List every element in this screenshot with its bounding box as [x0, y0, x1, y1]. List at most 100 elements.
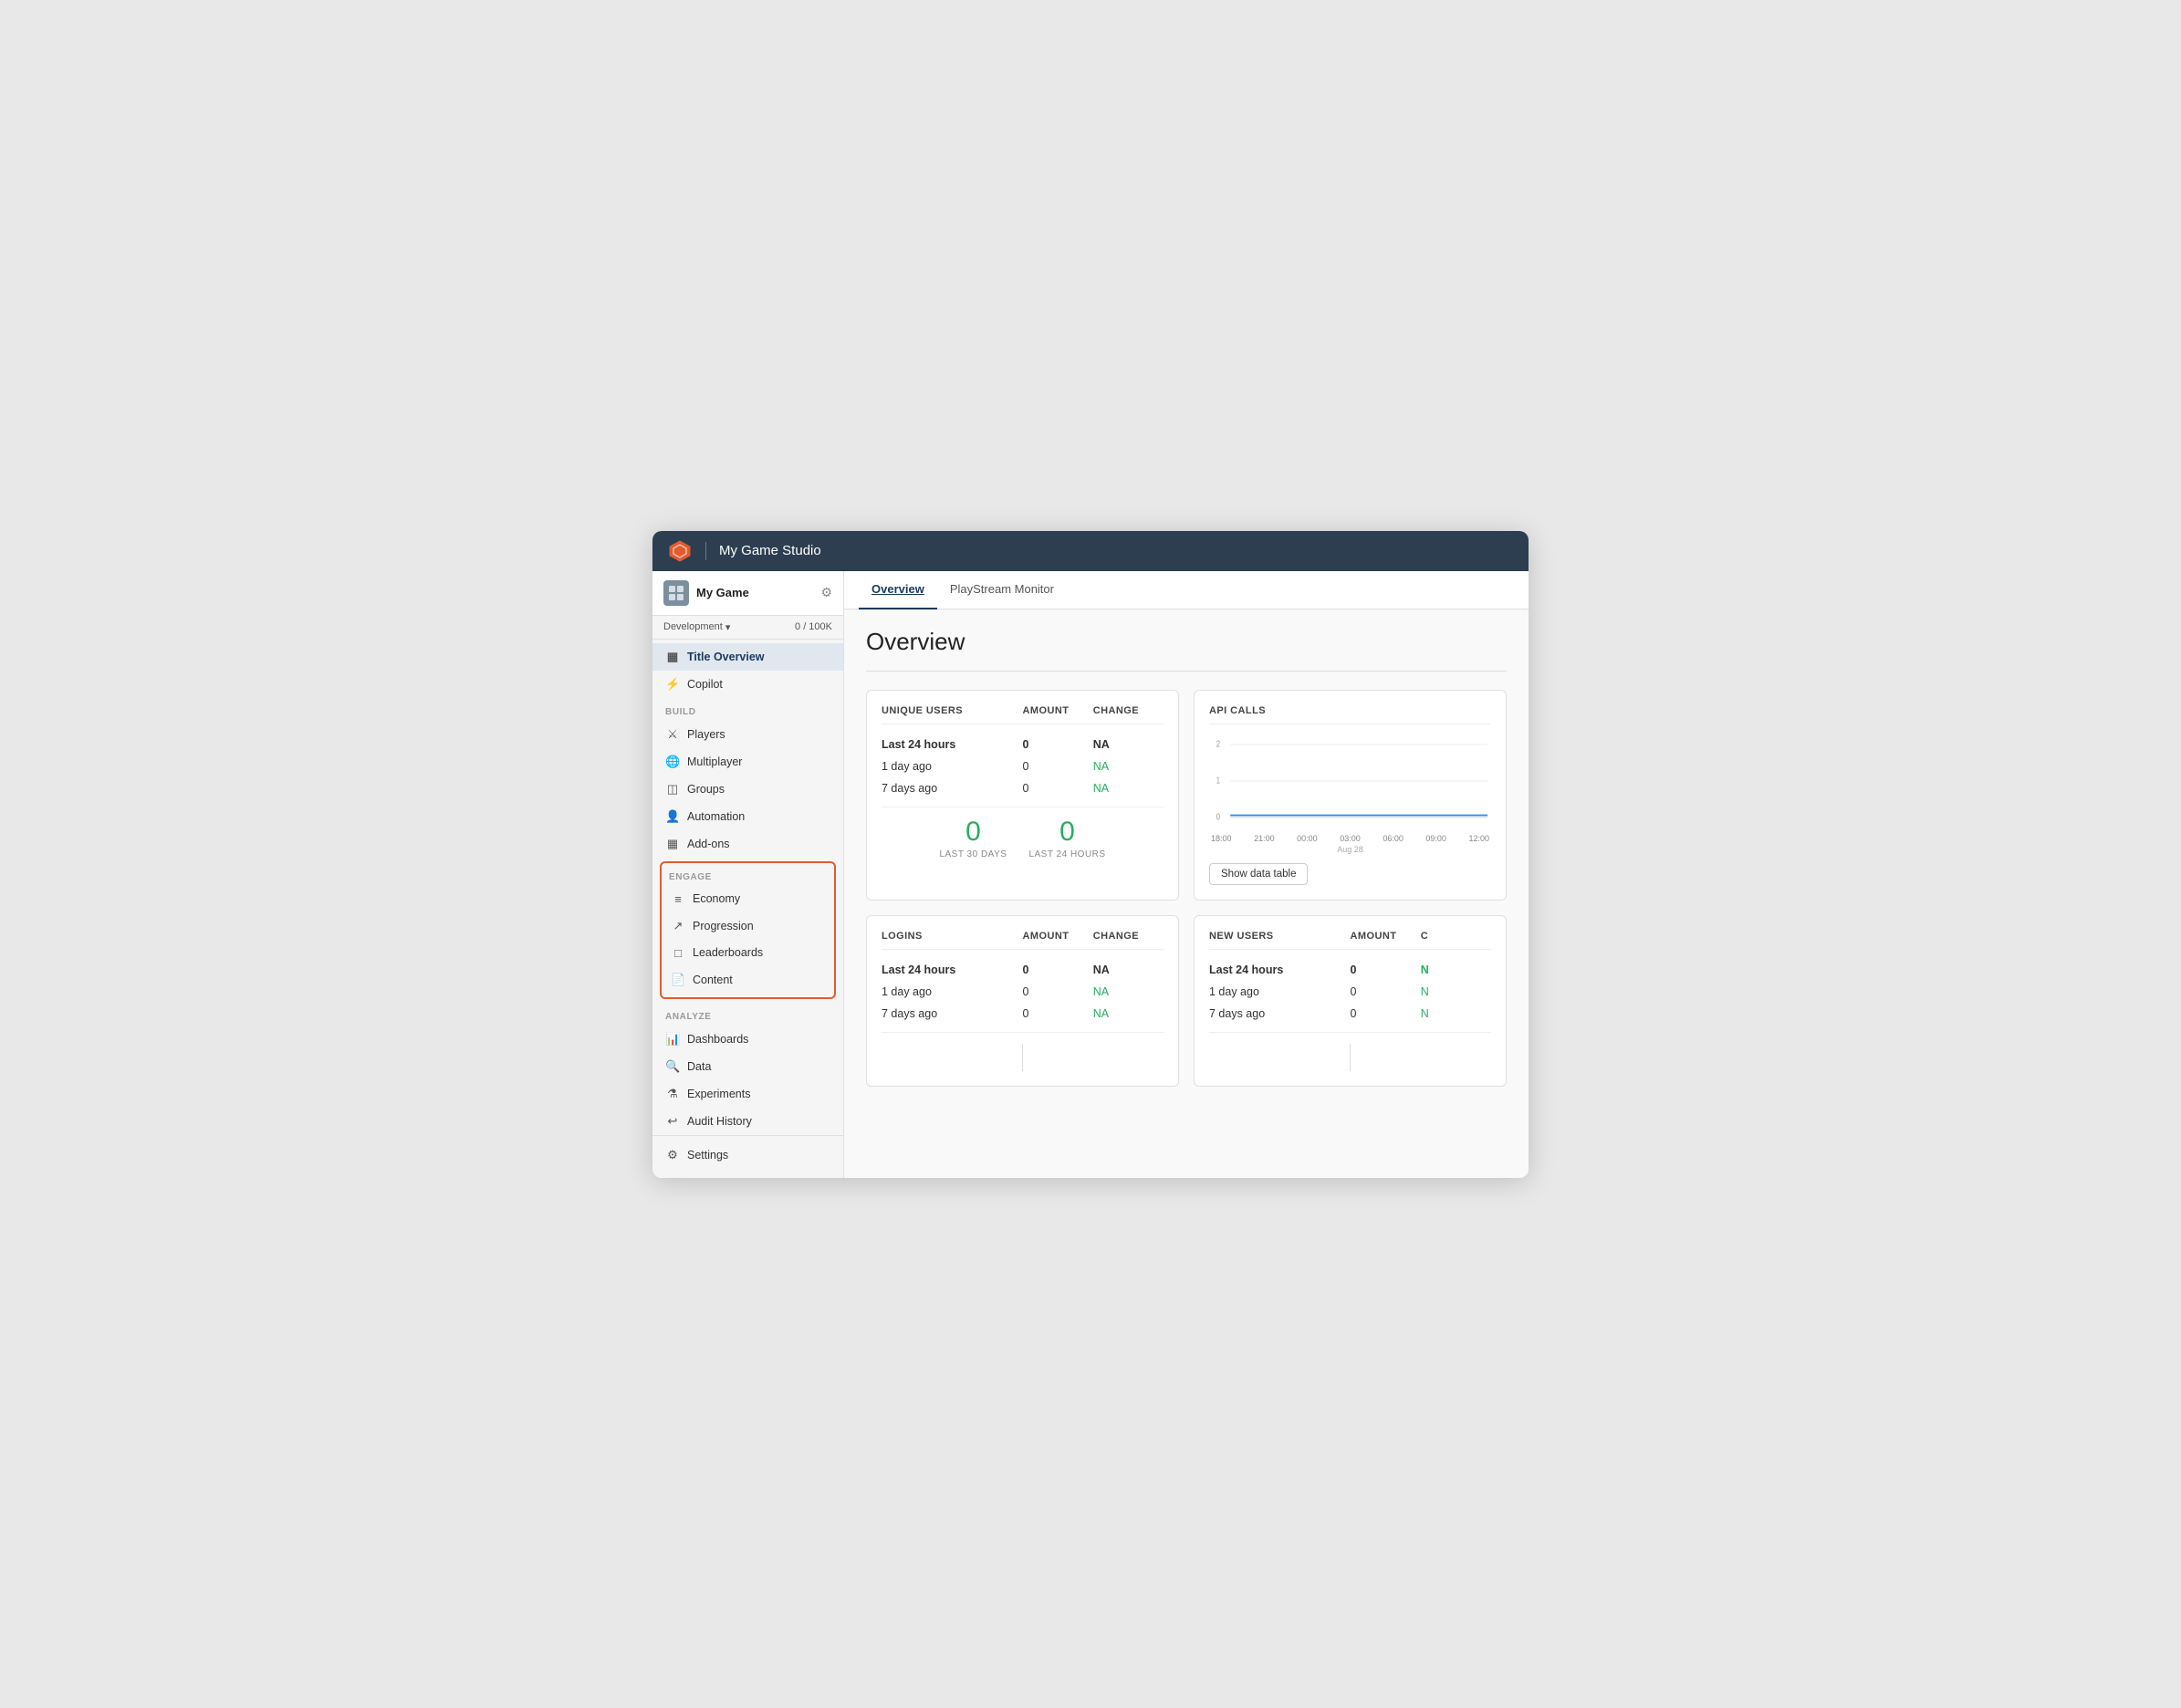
players-icon: ⚔ — [665, 727, 680, 742]
sidebar-item-addons[interactable]: ▦ Add-ons — [652, 830, 843, 858]
content-label: Content — [693, 974, 733, 986]
logins-title: LOGINS — [882, 931, 1023, 942]
multiplayer-label: Multiplayer — [687, 755, 742, 768]
settings-icon[interactable]: ⚙ — [820, 585, 832, 600]
sidebar-item-experiments[interactable]: ⚗ Experiments — [652, 1080, 843, 1108]
unique-users-last30: 0 LAST 30 DAYS — [939, 818, 1007, 859]
new-users-row1-label: Last 24 hours — [1209, 963, 1351, 976]
players-label: Players — [687, 728, 725, 741]
sidebar-item-progression[interactable]: ↗ Progression — [662, 912, 834, 940]
dashboards-icon: 📊 — [665, 1032, 680, 1047]
audit-history-icon: ↩ — [665, 1114, 680, 1129]
api-chart-area: 2 1 0 — [1209, 735, 1491, 827]
new-users-row1-change: N — [1421, 963, 1491, 976]
new-users-row2-amount: 0 — [1351, 985, 1421, 998]
dashboards-label: Dashboards — [687, 1033, 748, 1046]
audit-history-label: Audit History — [687, 1115, 752, 1128]
logins-row2-label: 1 day ago — [882, 985, 1023, 998]
sidebar-item-content[interactable]: 📄 Content — [662, 966, 834, 994]
experiments-icon: ⚗ — [665, 1087, 680, 1101]
experiments-label: Experiments — [687, 1088, 750, 1100]
unique-users-col-change: Change — [1093, 705, 1164, 716]
automation-icon: 👤 — [665, 809, 680, 824]
show-data-table-button[interactable]: Show data table — [1209, 863, 1308, 885]
data-icon: 🔍 — [665, 1059, 680, 1074]
unique-users-row3: 7 days ago 0 NA — [882, 777, 1164, 799]
top-bar-divider — [705, 542, 706, 560]
leaderboards-icon: □ — [671, 946, 685, 960]
x-label-1200: 12:00 — [1468, 834, 1489, 843]
x-label-0000: 00:00 — [1297, 834, 1318, 843]
progression-label: Progression — [693, 920, 754, 932]
unique-users-footer: 0 LAST 30 DAYS 0 LAST 24 HOURS — [882, 807, 1164, 859]
title-overview-icon: ▦ — [665, 650, 680, 664]
unique-users-last24-value: 0 — [1028, 818, 1105, 846]
sidebar-item-multiplayer[interactable]: 🌐 Multiplayer — [652, 748, 843, 776]
x-label-0900: 09:00 — [1425, 834, 1446, 843]
svg-text:2: 2 — [1216, 738, 1220, 748]
sidebar-item-groups[interactable]: ◫ Groups — [652, 776, 843, 803]
unique-users-row1-label: Last 24 hours — [882, 738, 1023, 751]
addons-label: Add-ons — [687, 838, 730, 850]
unique-users-last30-label: LAST 30 DAYS — [939, 849, 1007, 859]
unique-users-card: UNIQUE USERS Amount Change Last 24 hours… — [866, 690, 1179, 901]
api-calls-title: API CALLS — [1209, 705, 1491, 724]
api-chart-svg: 2 1 0 — [1209, 735, 1491, 827]
env-selector[interactable]: Development ▾ — [663, 621, 730, 633]
new-users-card: NEW USERS Amount C Last 24 hours 0 N 1 d… — [1194, 915, 1507, 1087]
unique-users-last24-label: LAST 24 HOURS — [1028, 849, 1105, 859]
settings-section: ⚙ Settings — [652, 1135, 843, 1174]
logins-row3-change: NA — [1093, 1007, 1164, 1020]
logins-row2: 1 day ago 0 NA — [882, 981, 1164, 1003]
new-users-row3-amount: 0 — [1351, 1007, 1421, 1020]
title-divider — [866, 671, 1507, 672]
sidebar-item-players[interactable]: ⚔ Players — [652, 721, 843, 748]
logins-row2-change: NA — [1093, 985, 1164, 998]
stats-grid: UNIQUE USERS Amount Change Last 24 hours… — [866, 690, 1507, 1087]
logins-row1-change: NA — [1093, 963, 1164, 976]
engage-section: ENGAGE ≡ Economy ↗ Progression □ Leaderb… — [660, 861, 836, 999]
logins-row1-label: Last 24 hours — [882, 963, 1023, 976]
sidebar: My Game ⚙ Development ▾ 0 / 100K ▦ Title… — [652, 571, 844, 1178]
unique-users-row2: 1 day ago 0 NA — [882, 755, 1164, 777]
sidebar-item-audit-history[interactable]: ↩ Audit History — [652, 1108, 843, 1135]
tab-overview[interactable]: Overview — [859, 571, 937, 609]
sidebar-item-title-overview[interactable]: ▦ Title Overview — [652, 643, 843, 671]
new-users-row1-amount: 0 — [1351, 963, 1421, 976]
new-users-footer — [1209, 1032, 1491, 1071]
x-label-2100: 21:00 — [1254, 834, 1275, 843]
page-title: Overview — [866, 628, 1507, 656]
new-users-row2-label: 1 day ago — [1209, 985, 1351, 998]
new-users-row2: 1 day ago 0 N — [1209, 981, 1491, 1003]
sidebar-item-copilot[interactable]: ⚡ Copilot — [652, 671, 843, 698]
new-users-row1: Last 24 hours 0 N — [1209, 959, 1491, 981]
sidebar-item-automation[interactable]: 👤 Automation — [652, 803, 843, 830]
logins-row1: Last 24 hours 0 NA — [882, 959, 1164, 981]
multiplayer-icon: 🌐 — [665, 755, 680, 769]
quota-label: 0 / 100K — [795, 621, 832, 632]
content-area: Overview PlayStream Monitor Overview UNI… — [844, 571, 1529, 1178]
new-users-col-change: C — [1421, 931, 1491, 942]
sidebar-item-leaderboards[interactable]: □ Leaderboards — [662, 940, 834, 966]
tab-playstream-label: PlayStream Monitor — [950, 582, 1054, 596]
automation-label: Automation — [687, 810, 745, 823]
sidebar-item-data[interactable]: 🔍 Data — [652, 1053, 843, 1080]
sidebar-item-dashboards[interactable]: 📊 Dashboards — [652, 1026, 843, 1053]
unique-users-row2-change: NA — [1093, 760, 1164, 773]
logins-row3: 7 days ago 0 NA — [882, 1003, 1164, 1025]
economy-icon: ≡ — [671, 892, 685, 906]
x-label-0600: 06:00 — [1383, 834, 1404, 843]
api-calls-card: API CALLS 2 1 0 — [1194, 690, 1507, 901]
tab-playstream[interactable]: PlayStream Monitor — [937, 571, 1067, 609]
new-users-row3-change: N — [1421, 1007, 1491, 1020]
unique-users-row3-amount: 0 — [1023, 782, 1093, 795]
logins-footer-bar — [1022, 1044, 1023, 1071]
economy-label: Economy — [693, 892, 740, 905]
x-label-0300: 03:00 — [1340, 834, 1361, 843]
addons-icon: ▦ — [665, 837, 680, 851]
sidebar-item-economy[interactable]: ≡ Economy — [662, 886, 834, 912]
new-users-col-amount: Amount — [1351, 931, 1421, 942]
sidebar-item-settings[interactable]: ⚙ Settings — [652, 1141, 843, 1169]
x-label-1800: 18:00 — [1211, 834, 1232, 843]
unique-users-header: UNIQUE USERS Amount Change — [882, 705, 1164, 724]
